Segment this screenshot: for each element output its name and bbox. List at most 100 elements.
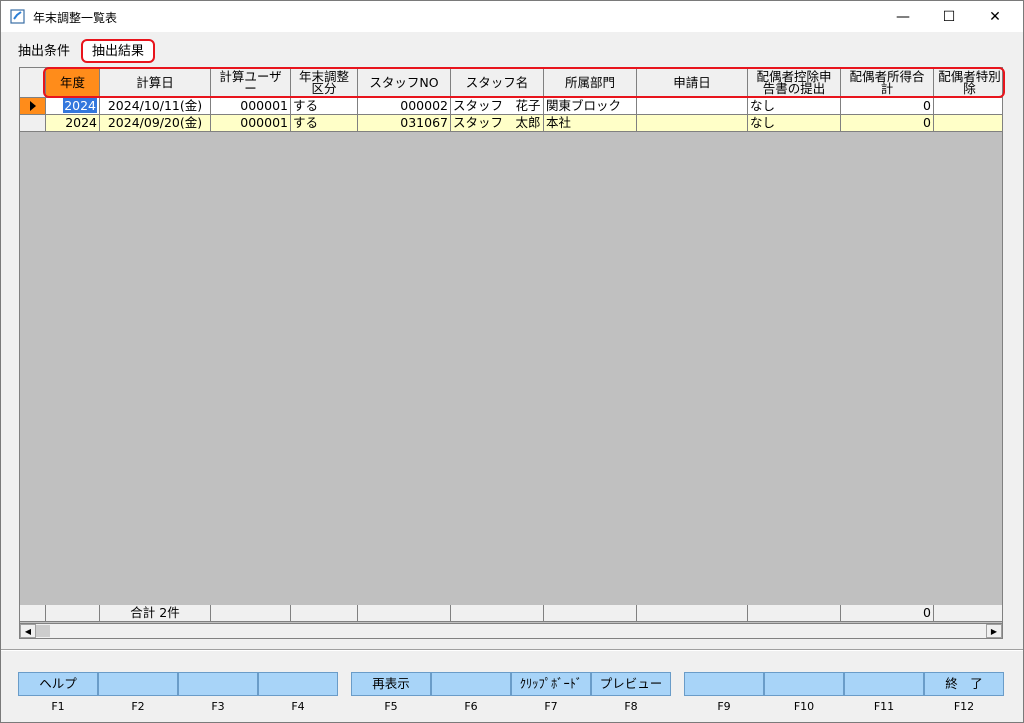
table-row[interactable]: 2024 2024/10/11(金) 000001 する 000002 スタッフ 花子 関東… [20,98,1002,115]
footer-cell [451,605,544,622]
function-key-f1[interactable]: ヘルプ [18,672,98,696]
column-header-text: 除 [963,80,976,96]
cell-text: 000001 [240,98,288,113]
cell-apply-date[interactable] [637,98,748,115]
function-key-f2[interactable] [98,672,178,696]
cell-spouse-decl[interactable]: なし [748,115,841,132]
footer-cell [211,605,291,622]
title-bar: 年末調整一覧表 — ☐ ✕ [1,1,1023,32]
column-header[interactable]: 計算ユーザー [211,68,291,98]
function-key-f3[interactable] [178,672,258,696]
column-header[interactable]: 所属部門 [544,68,637,98]
column-header[interactable]: 配偶者特別除 [934,68,1002,98]
cell-staff-no[interactable]: 031067 [358,115,451,132]
scroll-right-icon[interactable]: ▶ [986,624,1002,638]
header-corner[interactable] [20,68,46,98]
footer-cell [748,605,841,622]
cell-staff-name[interactable]: スタッフ 花子 [451,98,544,115]
column-header-text: 計 [880,80,894,96]
cell-spouse-special[interactable] [934,115,1002,132]
cell-text: 2024 [63,98,97,113]
column-header[interactable]: 申請日 [637,68,748,98]
cell-text: する [293,115,319,130]
cell-spouse-income[interactable]: 0 [841,115,934,132]
cell-staff-no[interactable]: 000002 [358,98,451,115]
current-row-icon [29,101,36,111]
column-header-text: 所属部門 [564,74,615,90]
function-key-label: F5 [384,700,398,713]
cell-kubun[interactable]: する [291,98,358,115]
results-grid[interactable]: 年度 計算日 計算ユーザー年末調整 区分 スタッフNO スタッフ名 所属部門 申請日 配偶者控除… [19,67,1003,639]
cell-staff-name[interactable]: スタッフ 太郎 [451,115,544,132]
tab-extract-results[interactable]: 抽出結果 [81,39,155,63]
function-key-label: F8 [624,700,638,713]
function-key-label: F10 [793,700,815,713]
cell-text: スタッフ 太郎 [453,115,541,130]
cell-spouse-income[interactable]: 0 [841,98,934,115]
window-title: 年末調整一覧表 [33,11,118,25]
footer-cell [544,605,637,622]
column-header[interactable]: 年度 [46,68,100,98]
cell-text: 000002 [400,98,448,113]
cell-spouse-special[interactable] [934,98,1002,115]
function-key-label: F9 [717,700,731,713]
column-header-text: 年度 [59,74,85,90]
column-header[interactable]: 配偶者所得合計 [841,68,934,98]
footer-cell [20,605,46,622]
function-key-f12[interactable]: 終 了 [924,672,1004,696]
cell-apply-date[interactable] [637,115,748,132]
column-header-text: 計算日 [136,74,174,90]
maximize-button[interactable]: ☐ [926,1,972,32]
scroll-thumb[interactable] [36,625,50,637]
tab-extract-conditions[interactable]: 抽出条件 [14,41,74,65]
cell-text: 000001 [240,115,288,130]
column-header[interactable]: 年末調整 区分 [291,68,358,98]
function-key-f9[interactable] [684,672,764,696]
cell-year[interactable]: 2024 [46,98,100,115]
minimize-button[interactable]: — [880,1,926,32]
function-key-f8[interactable]: プレビュー [591,672,671,696]
function-key-f11[interactable] [844,672,924,696]
horizontal-scrollbar[interactable]: ◀ ▶ [19,623,1003,639]
cell-text: なし [750,98,776,113]
cell-kubun[interactable]: する [291,115,358,132]
cell-calc-date[interactable]: 2024/10/11(金) [100,98,211,115]
column-header-text: スタッフNO [369,74,439,90]
cell-text: スタッフ 花子 [453,98,541,113]
function-key-label: F1 [51,700,65,713]
function-key-f6[interactable] [431,672,511,696]
function-key-bar: ヘルプ F1 F2 F3 F4 再表示 F5 F6 ｸﾘｯﾌﾟﾎﾞｰﾄﾞ F7 プレビュー F8 F9 F… [1,664,1023,722]
cell-text: する [293,98,319,113]
grid-footer-row: 合計 2件 0 [20,605,1002,622]
footer-cell [291,605,358,622]
function-key-label: F4 [291,700,305,713]
function-key-f10[interactable] [764,672,844,696]
column-header[interactable]: スタッフNO [358,68,451,98]
cell-year[interactable]: 2024 [46,115,100,132]
row-header[interactable] [20,115,46,132]
function-key-label: F11 [873,700,895,713]
cell-text: 0 [923,98,931,113]
function-key-f7[interactable]: ｸﾘｯﾌﾟﾎﾞｰﾄﾞ [511,672,591,696]
tab-bar: 抽出条件 抽出結果 [1,39,1023,65]
column-header[interactable]: スタッフ名 [451,68,544,98]
cell-user[interactable]: 000001 [211,98,291,115]
footer-cell: 0 [841,605,934,622]
row-header[interactable] [20,98,46,115]
cell-text: 本社 [546,115,572,130]
column-header-text: 区分 [311,80,337,96]
scroll-left-icon[interactable]: ◀ [20,624,36,638]
cell-dept[interactable]: 本社 [544,115,637,132]
column-header[interactable]: 配偶者控除申 告書の提出 [748,68,841,98]
table-row[interactable]: 2024 2024/09/20(金) 000001 する 031067 スタッフ 太郎 本社… [20,115,1002,132]
column-header[interactable]: 計算日 [100,68,211,98]
function-key-f5[interactable]: 再表示 [351,672,431,696]
close-button[interactable]: ✕ [972,1,1018,32]
function-key-f4[interactable] [258,672,338,696]
cell-user[interactable]: 000001 [211,115,291,132]
cell-spouse-decl[interactable]: なし [748,98,841,115]
cell-text: なし [750,115,776,130]
cell-calc-date[interactable]: 2024/09/20(金) [100,115,211,132]
cell-dept[interactable]: 関東ブロック [544,98,637,115]
footer-cell [934,605,1002,622]
